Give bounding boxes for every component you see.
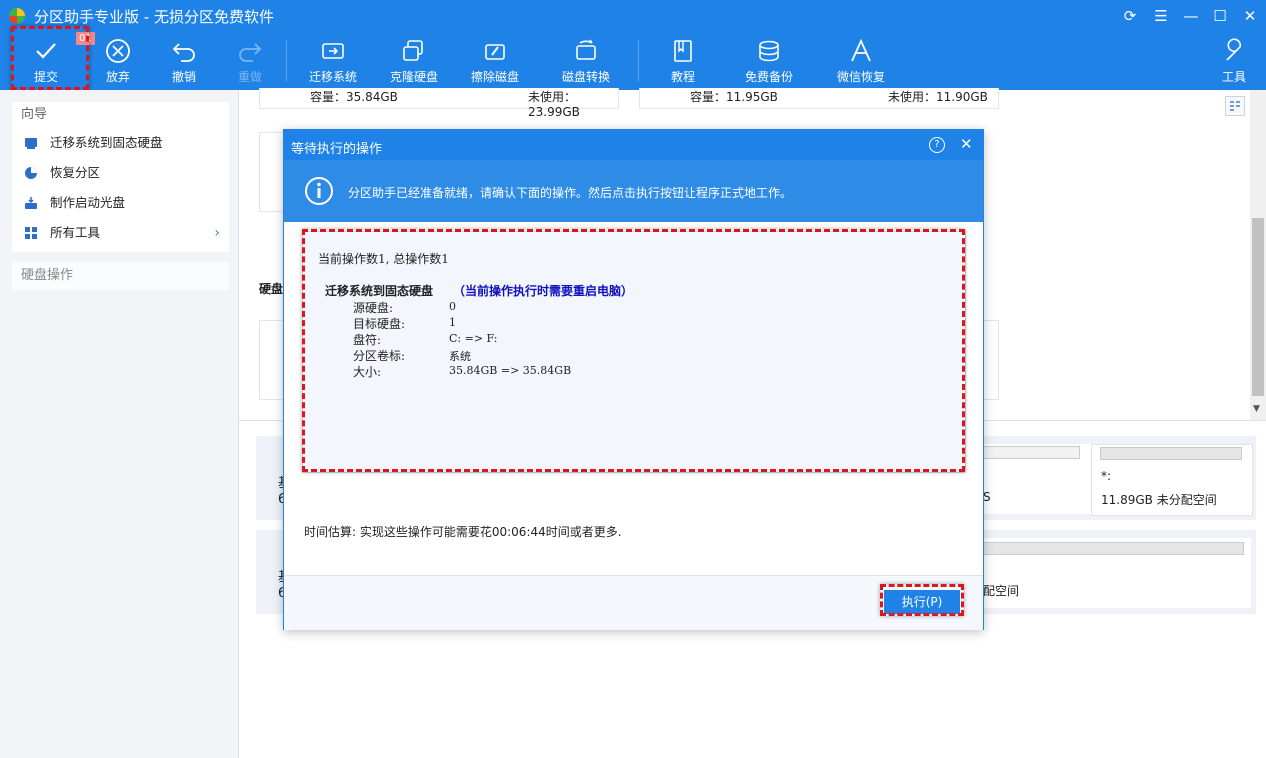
redo-button[interactable]: 重做 (224, 34, 276, 88)
clone-disk-icon (403, 40, 423, 61)
disk-ops-title[interactable]: 硬盘操作 (12, 262, 229, 290)
undo-label: 撤销 (171, 70, 196, 84)
wechat-restore-icon (851, 38, 871, 62)
info-icon (305, 177, 333, 205)
dialog-info-banner: 分区助手已经准备就绪，请确认下面的操作。然后点击执行按钮让程序正式地工作。 (284, 160, 983, 222)
unallocated-block[interactable]: *: 11.89GB 未分配空间 (1091, 444, 1253, 516)
disk-convert-label: 磁盘转换 (561, 70, 610, 84)
tools-label: 工具 (1221, 70, 1246, 84)
title-bar: 分区助手专业版 - 无损分区免费软件 ⟳ ☰ — ☐ ✕ (0, 0, 1266, 32)
operation-highlight-box (302, 229, 965, 472)
partition-block[interactable]: S (983, 444, 1093, 514)
commit-highlight-box (11, 26, 89, 90)
tutorial-button[interactable]: 教程 (655, 34, 711, 88)
minimize-button[interactable]: — (1180, 5, 1202, 27)
unallocated-partial-label: 配空间 (983, 584, 1020, 598)
discard-button[interactable]: 放弃 (92, 34, 144, 88)
refresh-icon[interactable]: ⟳ (1119, 5, 1141, 27)
disk-section-label: 硬盘 (259, 282, 284, 296)
time-estimate: 时间估算: 实现这些操作可能需要花00:06:44时间或者更多. (304, 525, 622, 539)
unallocated-label: 11.89GB 未分配空间 (1101, 493, 1217, 507)
wipe-disk-icon (485, 44, 505, 60)
scrollbar-thumb[interactable] (1252, 218, 1264, 396)
tools-button[interactable]: 工具 (1212, 34, 1256, 88)
dialog-title: 等待执行的操作 (291, 142, 383, 157)
menu-icon[interactable]: ☰ (1150, 5, 1172, 27)
sidebar-item-all-tools[interactable]: 所有工具 › (12, 218, 229, 248)
redo-icon (239, 43, 262, 62)
dialog-footer: 执行(P) (284, 575, 983, 630)
disk-ops-card: 硬盘操作 (12, 262, 229, 290)
free-backup-button[interactable]: 免费备份 (738, 34, 800, 88)
recover-partition-icon (25, 167, 37, 179)
toolbar-divider (638, 40, 639, 82)
disk2-capacity: 容量：11.95GB (690, 90, 778, 104)
migrate-os-icon (322, 43, 344, 59)
undo-icon (172, 43, 195, 62)
left-panel: 向导 迁移系统到固态硬盘 恢复分区 制作启动光盘 所有工具 › 硬盘操作 (0, 90, 239, 758)
all-tools-icon (25, 227, 37, 239)
wechat-restore-label: 微信恢复 (836, 70, 885, 84)
dialog-title-bar: 等待执行的操作 ? ✕ (284, 130, 983, 160)
sidebar-item-recover-partition[interactable]: 恢复分区 (12, 158, 229, 188)
clone-disk-label: 克隆硬盘 (389, 70, 438, 84)
vertical-scrollbar[interactable]: ▼ (1250, 90, 1266, 420)
wechat-restore-button[interactable]: 微信恢复 (830, 34, 892, 88)
sidebar-item-migrate-ssd[interactable]: 迁移系统到固态硬盘 (12, 128, 229, 158)
dialog-close-icon[interactable]: ✕ (960, 135, 973, 153)
sidebar-item-label: 恢复分区 (50, 165, 101, 180)
help-icon[interactable]: ? (929, 137, 945, 153)
migrate-os-button[interactable]: 迁移系统 (302, 34, 364, 88)
wipe-disk-button[interactable]: 擦除磁盘 (464, 34, 526, 88)
sidebar-item-label: 迁移系统到固态硬盘 (50, 135, 163, 150)
redo-label: 重做 (237, 70, 262, 84)
sidebar-item-bootable-disc[interactable]: 制作启动光盘 (12, 188, 229, 218)
discard-label: 放弃 (105, 70, 130, 84)
toolbar-divider (286, 40, 287, 82)
wizard-title: 向导 (21, 107, 48, 122)
app-logo-icon (9, 8, 25, 24)
migrate-icon (25, 138, 37, 149)
undo-button[interactable]: 撤销 (158, 34, 210, 88)
partition-block-2[interactable]: 配空间 (983, 538, 1251, 608)
maximize-button[interactable]: ☐ (1209, 5, 1231, 27)
dialog-info-text: 分区助手已经准备就绪，请确认下面的操作。然后点击执行按钮让程序正式地工作。 (348, 186, 793, 200)
chevron-right-icon: › (214, 225, 220, 241)
wipe-disk-label: 擦除磁盘 (470, 70, 519, 84)
disk1-summary: 容量：35.84GB 未使用：23.99GB (259, 88, 619, 119)
backup-database-icon (759, 40, 779, 62)
wizard-card: 向导 迁移系统到固态硬盘 恢复分区 制作启动光盘 所有工具 › (12, 102, 229, 252)
discard-icon (106, 39, 130, 63)
disk2-unused: 未使用：11.90GB (888, 90, 988, 104)
clone-disk-button[interactable]: 克隆硬盘 (383, 34, 445, 88)
sidebar-item-label: 制作启动光盘 (50, 195, 126, 210)
partition-letter: *: (1101, 469, 1112, 483)
window-title: 分区助手专业版 - 无损分区免费软件 (34, 8, 274, 26)
tutorial-label: 教程 (670, 70, 695, 84)
disk2-summary: 容量：11.95GB 未使用：11.90GB (639, 88, 999, 109)
close-window-button[interactable]: ✕ (1239, 5, 1261, 27)
scroll-down-icon[interactable]: ▼ (1253, 404, 1260, 414)
disk1-unused: 未使用：23.99GB (528, 90, 580, 119)
free-backup-label: 免费备份 (744, 70, 793, 84)
view-toggle-icon[interactable] (1225, 96, 1245, 116)
book-icon (674, 40, 692, 62)
wrench-icon (1226, 38, 1242, 61)
migrate-os-label: 迁移系统 (308, 70, 357, 84)
toolbar: 01 提交 放弃 撤销 重做 迁移系统 克隆硬盘 擦除磁盘 磁盘转换 教程 免费… (0, 32, 1266, 90)
sidebar-item-label: 所有工具 (50, 225, 101, 240)
disk-convert-button[interactable]: 磁盘转换 (555, 34, 617, 88)
execute-highlight-box (880, 584, 964, 616)
disk1-capacity: 容量：35.84GB (310, 90, 398, 104)
partition-partial-label: S (983, 490, 991, 504)
disk-convert-icon (576, 39, 596, 60)
bootable-disc-icon (25, 197, 37, 209)
